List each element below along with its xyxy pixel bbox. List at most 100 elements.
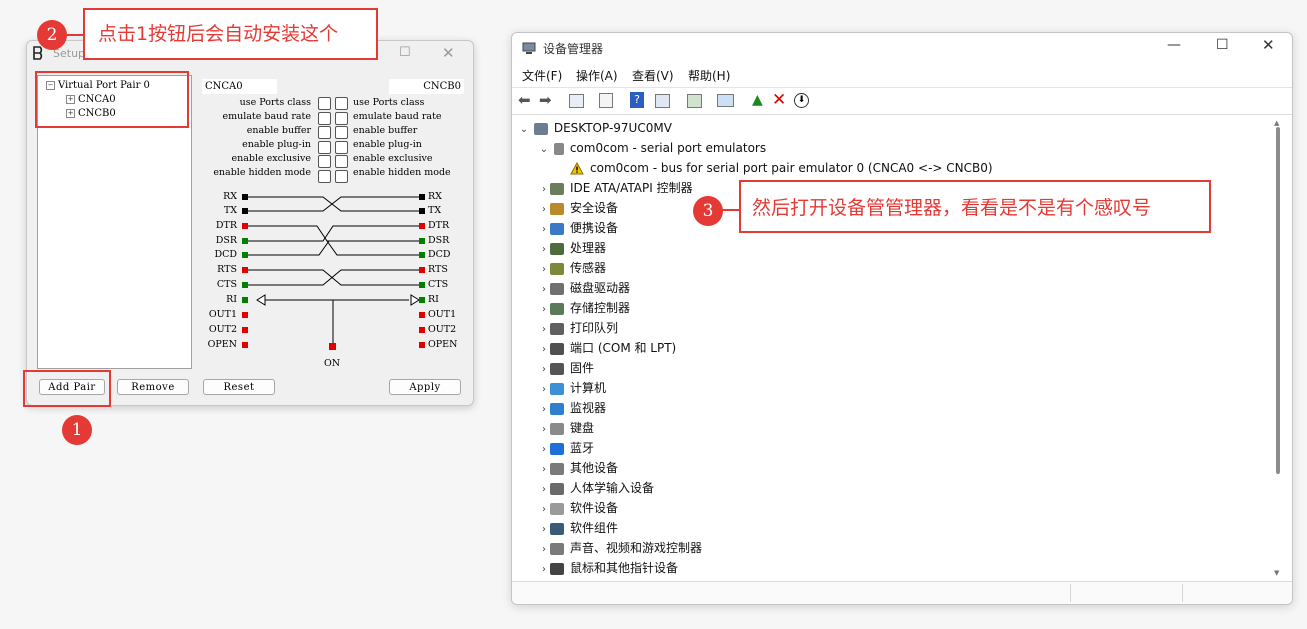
chevron-right-icon[interactable]: › [538,180,550,200]
chevron-right-icon[interactable]: › [538,260,550,280]
sound-icon [550,542,564,555]
chevron-right-icon[interactable]: › [538,360,550,380]
left-signal-dot [242,267,248,273]
back-icon[interactable]: ⬅ [518,92,534,108]
right-option-checkbox[interactable] [335,126,348,139]
tree-category-item[interactable]: › 处理器 [538,238,606,258]
right-signal-label: OPEN [428,339,458,350]
tree-item-com0com-bus[interactable]: com0com - bus for serial port pair emula… [570,158,993,178]
menu-action[interactable]: 操作(A) [576,67,618,84]
view-icon[interactable] [655,94,670,108]
uninstall-icon[interactable]: ✕ [772,92,788,109]
left-option-checkbox[interactable] [318,169,331,183]
maximize-button[interactable]: ☐ [1216,37,1229,53]
left-signal-dot [242,194,248,200]
left-signal-label: CTS [216,279,237,290]
tree-category-item[interactable]: › 端口 (COM 和 LPT) [538,338,676,358]
close-button[interactable]: ✕ [1262,36,1275,54]
right-option-checkbox[interactable] [335,111,348,125]
tree-category-item[interactable]: › 存储控制器 [538,298,630,318]
tree-category-item[interactable]: › 软件设备 [538,498,618,518]
chevron-right-icon[interactable]: › [538,300,550,320]
tree-category-item[interactable]: › 安全设备 [538,198,618,218]
tree-category-item[interactable]: › 键盘 [538,418,594,438]
forward-icon[interactable]: ➡ [539,92,555,108]
tree-category-item[interactable]: › 传感器 [538,258,606,278]
step-badge-2: 2 [37,20,67,50]
chevron-right-icon[interactable]: › [538,240,550,260]
right-option-checkbox[interactable] [335,169,348,183]
menu-view[interactable]: 查看(V) [632,67,674,84]
tree-category-item[interactable]: › 声音、视频和游戏控制器 [538,538,702,558]
tree-category-item[interactable]: › 软件组件 [538,518,618,538]
right-signal-label: DSR [428,235,450,246]
right-option-checkbox[interactable] [335,155,348,168]
left-option-checkbox[interactable] [318,126,331,139]
chevron-right-icon[interactable]: › [538,200,550,220]
scroll-up-icon[interactable]: ▲ [1274,119,1279,127]
scrollbar-thumb[interactable] [1276,127,1280,474]
left-option-checkbox[interactable] [318,155,331,168]
tree-category-item[interactable]: › 蓝牙 [538,438,594,458]
chevron-down-icon[interactable]: ⌄ [518,120,530,140]
tree-category-label: 软件组件 [570,521,619,535]
hid-icon [550,482,564,495]
left-option-checkbox[interactable] [318,97,331,110]
tree-root[interactable]: ⌄ DESKTOP-97UC0MV [518,118,672,138]
tree-category-label: 传感器 [570,261,607,275]
tree-category-label: 磁盘驱动器 [570,281,631,295]
tree-category-item[interactable]: › 人体学输入设备 [538,478,654,498]
scan-hardware-icon[interactable] [717,94,734,107]
tree-category-item[interactable]: › 监视器 [538,398,606,418]
chevron-right-icon[interactable]: › [538,400,550,420]
update-driver-icon[interactable] [687,94,702,108]
reset-button[interactable]: Reset [203,379,275,395]
minimize-button[interactable]: — [1167,37,1181,53]
chevron-right-icon[interactable]: › [538,460,550,480]
storage-controller-icon [550,302,564,315]
disable-icon[interactable]: ⬇ [794,93,809,108]
window-title: 设备管理器 [543,42,604,56]
right-option-checkbox[interactable] [335,140,348,154]
left-signal-dot [242,297,248,303]
tree-category-item[interactable]: › 磁盘驱动器 [538,278,630,298]
scroll-down-icon[interactable]: ▼ [1274,569,1279,577]
details-icon[interactable] [599,93,613,108]
remove-button[interactable]: Remove [117,379,189,395]
tree-category-label: 打印队列 [570,321,619,335]
add-driver-icon[interactable]: ▲ [752,92,768,108]
chevron-right-icon[interactable]: › [538,380,550,400]
apply-button[interactable]: Apply [389,379,461,395]
menu-file[interactable]: 文件(F) [522,67,562,84]
chevron-right-icon[interactable]: › [538,220,550,240]
chevron-right-icon[interactable]: › [538,440,550,460]
chevron-right-icon[interactable]: › [538,320,550,340]
chevron-right-icon[interactable]: › [538,540,550,560]
tree-category-item[interactable]: › 固件 [538,358,594,378]
chevron-down-icon[interactable]: ⌄ [538,140,550,160]
left-option-checkbox[interactable] [318,111,331,125]
chevron-right-icon[interactable]: › [538,560,550,580]
menu-help[interactable]: 帮助(H) [688,67,730,84]
tree-category-item[interactable]: › 计算机 [538,378,606,398]
tree-category-item[interactable]: › 打印队列 [538,318,618,338]
tree-category-item[interactable]: › 鼠标和其他指针设备 [538,558,678,578]
tree-category-item[interactable]: › IDE ATA/ATAPI 控制器 [538,178,693,198]
annotation-connector [722,209,740,211]
chevron-right-icon[interactable]: › [538,420,550,440]
left-option-checkbox[interactable] [318,140,331,154]
chevron-right-icon[interactable]: › [538,340,550,360]
properties-icon[interactable] [569,94,584,108]
tree-category-item[interactable]: › 便携设备 [538,218,618,238]
chevron-right-icon[interactable]: › [538,280,550,300]
tree-item-com0com[interactable]: ⌄ com0com - serial port emulators [538,138,766,158]
tree-category-item[interactable]: › 其他设备 [538,458,618,478]
right-signal-dot [419,208,425,214]
chevron-right-icon[interactable]: › [538,520,550,540]
help-icon[interactable]: ? [630,92,644,108]
device-icon [553,142,564,155]
chevron-right-icon[interactable]: › [538,480,550,500]
chevron-right-icon[interactable]: › [538,500,550,520]
device-manager-icon [522,42,536,54]
right-option-checkbox[interactable] [335,97,348,110]
